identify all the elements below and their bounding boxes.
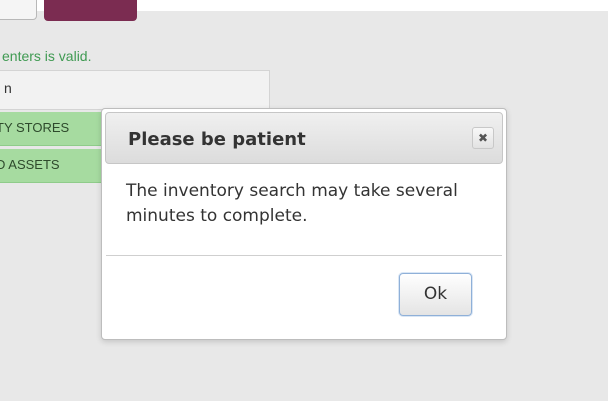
patience-dialog: Please be patient ✖ The inventory search… (101, 108, 507, 340)
result-row-label: TY STORES (0, 120, 70, 135)
dialog-header: Please be patient ✖ (105, 112, 503, 164)
secondary-button[interactable] (0, 0, 37, 20)
close-icon: ✖ (477, 131, 489, 145)
result-row-label: D ASSETS (0, 157, 60, 172)
close-button[interactable]: ✖ (472, 127, 494, 149)
ok-button[interactable]: Ok (399, 273, 472, 316)
dialog-message: The inventory search may take several mi… (126, 181, 458, 226)
dialog-title: Please be patient (128, 129, 306, 150)
result-row[interactable]: TY STORES (0, 112, 108, 146)
result-row[interactable]: D ASSETS (0, 149, 108, 183)
primary-button[interactable] (44, 0, 137, 21)
dialog-divider (106, 255, 502, 256)
validation-message: enters is valid. (2, 48, 92, 64)
center-input-field[interactable]: n (0, 70, 270, 110)
ok-button-label: Ok (423, 284, 448, 304)
center-input-value: n (4, 80, 12, 96)
